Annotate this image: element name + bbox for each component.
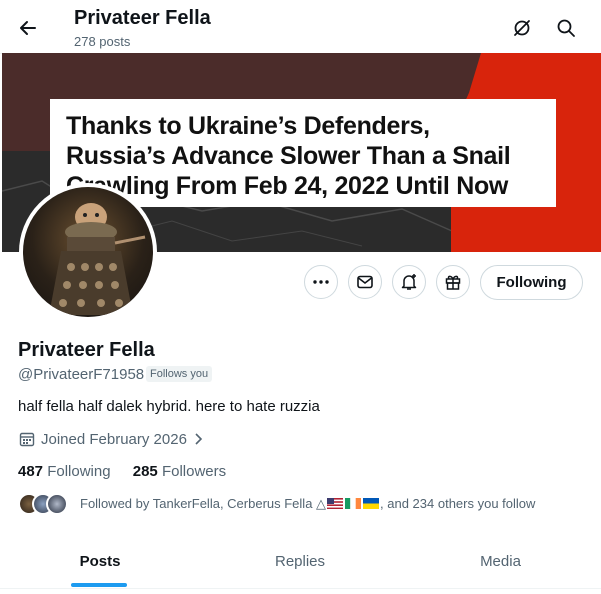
gift-button[interactable] <box>436 265 470 299</box>
avatar[interactable] <box>19 183 157 321</box>
message-button[interactable] <box>348 265 382 299</box>
active-tab-indicator <box>71 583 127 587</box>
tab-posts[interactable]: Posts <box>0 535 200 588</box>
search-button[interactable] <box>550 12 582 44</box>
top-bar: Privateer Fella 278 posts <box>0 0 601 54</box>
back-button[interactable] <box>12 12 44 44</box>
follow-stats: 487 Following 285 Followers <box>18 463 226 480</box>
hide-icon <box>514 20 530 36</box>
banner-headline: Thanks to Ukraine’s Defenders, Russia’s … <box>50 99 556 207</box>
profile-bio: half fella half dalek hybrid. here to ha… <box>18 398 320 415</box>
more-button[interactable] <box>304 265 338 299</box>
notification-bell-icon <box>401 274 417 290</box>
follows-you-badge: Follows you <box>146 366 213 382</box>
followed-by[interactable]: Followed by TankerFella, Cerberus Fella … <box>18 493 535 515</box>
followed-by-text: Followed by TankerFella, Cerberus Fella … <box>80 496 535 512</box>
followed-by-prefix: Followed by TankerFella, Cerberus Fella … <box>80 496 327 511</box>
profile-tabs: Posts Replies Media <box>0 535 601 589</box>
more-icon <box>313 280 329 284</box>
following-button[interactable]: Following <box>480 265 583 300</box>
followers-label: Followers <box>161 463 227 480</box>
profile-handle: @PrivateerF71958 <box>18 366 145 383</box>
tab-media[interactable]: Media <box>400 535 601 588</box>
followers-link[interactable]: 285 Followers <box>133 463 226 480</box>
back-arrow-icon <box>20 21 36 35</box>
header-title: Privateer Fella <box>74 7 211 29</box>
followers-count: 285 <box>132 463 158 480</box>
following-link[interactable]: 487 Following <box>18 463 111 480</box>
ireland-flag-icon <box>345 498 362 509</box>
post-count: 278 posts <box>74 34 131 49</box>
us-flag-icon <box>327 498 344 509</box>
gift-icon <box>445 275 461 290</box>
following-count: 487 <box>18 463 44 480</box>
profile-name: Privateer Fella <box>18 339 155 361</box>
tab-replies[interactable]: Replies <box>200 535 400 588</box>
headline-line-2: Russia’s Advance Slower Than a Snail <box>66 142 511 170</box>
follower-avatar-3 <box>46 493 68 515</box>
dalek-avatar-graphic <box>49 203 146 315</box>
notifications-button[interactable] <box>392 265 426 299</box>
calendar-icon <box>19 432 35 447</box>
followed-by-suffix: , and 234 others you follow <box>380 496 536 511</box>
hide-button[interactable] <box>506 12 538 44</box>
headline-line-1: Thanks to Ukraine’s Defenders, <box>66 112 430 140</box>
joined-text: Joined February 2026 <box>41 430 187 448</box>
following-label: Following <box>47 463 111 480</box>
ukraine-flag-icon <box>363 498 380 509</box>
chevron-right-icon <box>195 433 203 445</box>
search-icon <box>557 19 575 37</box>
message-icon <box>357 275 373 289</box>
joined-date[interactable]: Joined February 2026 <box>18 430 205 448</box>
